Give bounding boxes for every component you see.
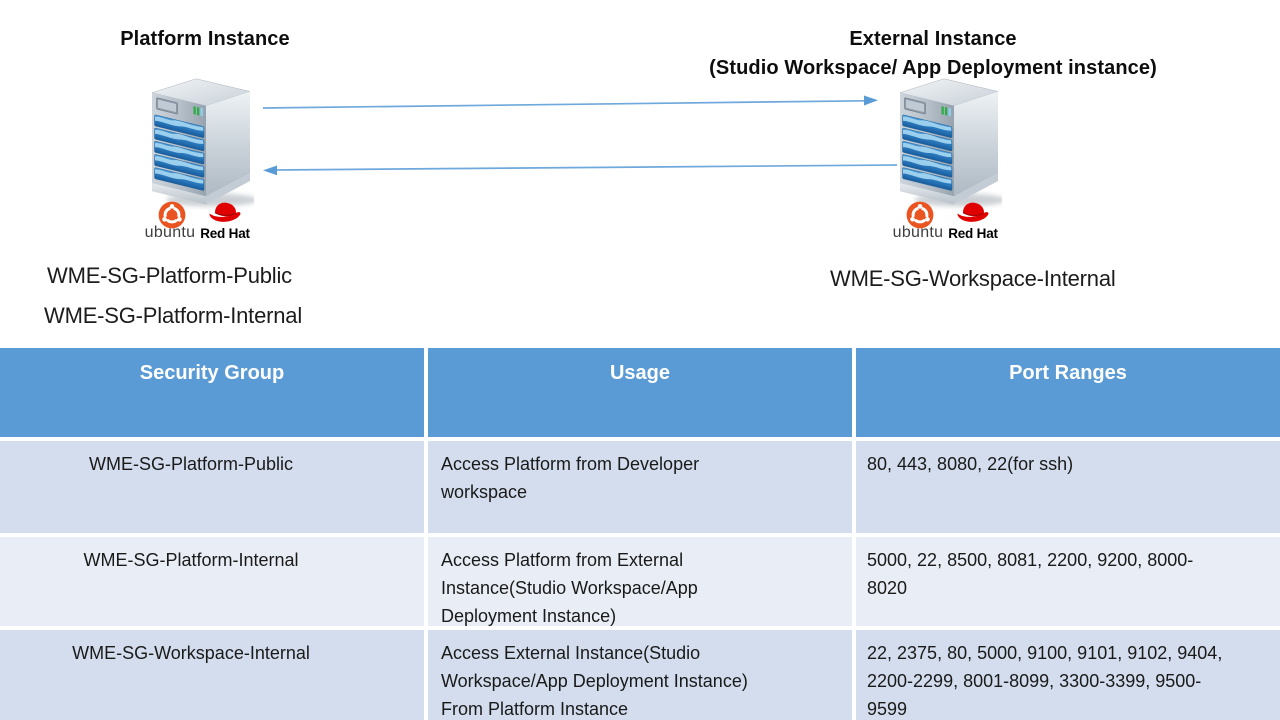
slide-canvas: Platform Instance External Instance (Stu… bbox=[0, 0, 1280, 720]
connection-arrows bbox=[255, 88, 903, 183]
redhat-logo-icon bbox=[207, 199, 243, 225]
cell-row1-usage: Access Platform from Developer workspace bbox=[428, 441, 852, 533]
external-server-image bbox=[898, 76, 1002, 210]
table-header-port-ranges: Port Ranges bbox=[856, 348, 1280, 437]
ubuntu-wordmark: ubuntu bbox=[139, 224, 201, 242]
security-groups-table: Security Group Usage Port Ranges WME-SG-… bbox=[0, 348, 1280, 720]
external-instance-title: External Instance (Studio Workspace/ App… bbox=[640, 25, 1226, 83]
security-group-label-workspace-internal: WME-SG-Workspace-Internal bbox=[830, 266, 1115, 292]
cell-row2-security-group: WME-SG-Platform-Internal bbox=[0, 537, 424, 626]
cell-row3-usage: Access External Instance(Studio Workspac… bbox=[428, 630, 852, 720]
redhat-wordmark: Red Hat bbox=[946, 226, 1000, 241]
table-header-security-group: Security Group bbox=[0, 348, 424, 437]
platform-instance-title: Platform Instance bbox=[80, 25, 330, 54]
cell-row1-port-ranges: 80, 443, 8080, 22(for ssh) bbox=[856, 441, 1280, 533]
security-group-label-platform-internal: WME-SG-Platform-Internal bbox=[44, 303, 302, 329]
cell-row2-port-ranges: 5000, 22, 8500, 8081, 2200, 9200, 8000-8… bbox=[856, 537, 1280, 626]
table-header-usage: Usage bbox=[428, 348, 852, 437]
cell-row3-port-ranges: 22, 2375, 80, 5000, 9100, 9101, 9102, 94… bbox=[856, 630, 1280, 720]
platform-server-image bbox=[150, 76, 254, 210]
external-instance-title-line1: External Instance bbox=[640, 25, 1226, 54]
ubuntu-wordmark: ubuntu bbox=[887, 224, 949, 242]
security-group-label-platform-public: WME-SG-Platform-Public bbox=[47, 263, 292, 289]
cell-row3-security-group: WME-SG-Workspace-Internal bbox=[0, 630, 424, 720]
redhat-wordmark: Red Hat bbox=[198, 226, 252, 241]
arrow-right-icon bbox=[263, 96, 878, 109]
redhat-logo-icon bbox=[955, 199, 991, 225]
cell-row2-usage: Access Platform from External Instance(S… bbox=[428, 537, 852, 626]
arrow-left-icon bbox=[263, 165, 897, 175]
cell-row1-security-group: WME-SG-Platform-Public bbox=[0, 441, 424, 533]
